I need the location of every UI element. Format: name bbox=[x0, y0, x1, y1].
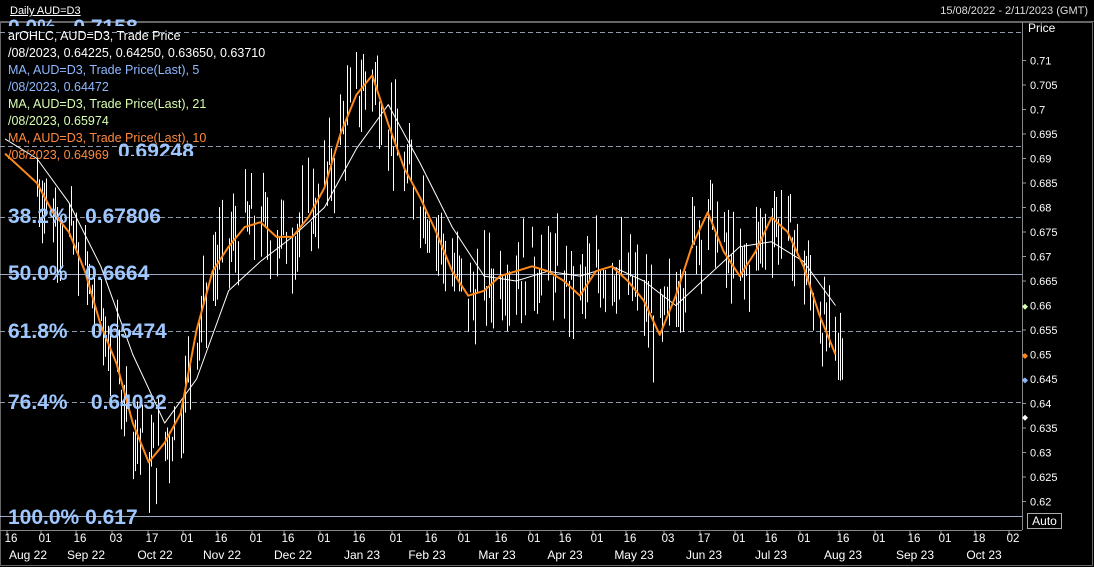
y-tick-label: 0.625 bbox=[1030, 472, 1058, 484]
fib-label-76-4: 76.4% 0.64032 bbox=[8, 391, 167, 414]
y-tick-label: 0.64 bbox=[1030, 399, 1051, 411]
y-tick-label: 0.69 bbox=[1030, 154, 1051, 166]
legend-ohlc-values: /08/2023, 0.64225, 0.64250, 0.63650, 0.6… bbox=[8, 46, 266, 60]
x-day-label: 01 bbox=[458, 533, 471, 545]
x-day-label: 01 bbox=[390, 533, 403, 545]
price-chart: 0.62 0.625 0.63 0.635 0.64 0.645 0.65 0.655 0.66… bbox=[0, 21, 1094, 566]
x-day-label: 18 bbox=[973, 533, 986, 545]
y-tick-label: 0.7 bbox=[1030, 105, 1045, 117]
y-tick-label: 0.67 bbox=[1030, 252, 1051, 264]
x-day-label: 03 bbox=[110, 533, 123, 545]
x-day-label: 16 bbox=[425, 533, 438, 545]
y-tick-label: 0.675 bbox=[1030, 227, 1058, 239]
x-month-label: Dec 22 bbox=[274, 548, 312, 562]
y-tick-label: 0.71 bbox=[1030, 56, 1051, 68]
y-tick-label: 0.705 bbox=[1030, 80, 1058, 92]
x-month-label: Sep 23 bbox=[896, 548, 934, 562]
x-month-label: Oct 22 bbox=[137, 548, 173, 562]
y-axis-ticks: 0.62 0.625 0.63 0.635 0.64 0.645 0.65 0.655 0.66… bbox=[1022, 56, 1058, 509]
x-month-label: Feb 23 bbox=[408, 548, 446, 562]
x-day-label: 01 bbox=[181, 533, 194, 545]
x-month-label: Nov 22 bbox=[203, 548, 241, 562]
x-day-label: 16 bbox=[282, 533, 295, 545]
x-day-label: 01 bbox=[798, 533, 811, 545]
ohlc-bars bbox=[37, 52, 843, 513]
price-axis-title: Price bbox=[1028, 21, 1056, 35]
legend-ma21-value: /08/2023, 0.65974 bbox=[8, 114, 109, 128]
x-month-label: Jan 23 bbox=[344, 548, 380, 562]
x-day-label: 01 bbox=[873, 533, 886, 545]
x-month-label: Jul 23 bbox=[755, 548, 787, 562]
x-month-label: Sep 22 bbox=[67, 548, 105, 562]
y-tick-label: 0.655 bbox=[1030, 325, 1058, 337]
x-day-label: 16 bbox=[908, 533, 921, 545]
y-tick-label: 0.63 bbox=[1030, 448, 1051, 460]
x-day-label: 16 bbox=[559, 533, 572, 545]
y-tick-label: 0.68 bbox=[1030, 203, 1051, 215]
y-tick-label: 0.685 bbox=[1030, 178, 1058, 190]
x-day-label: 01 bbox=[318, 533, 331, 545]
y-tick-label: 0.62 bbox=[1030, 497, 1051, 509]
x-day-label: 01 bbox=[39, 533, 52, 545]
x-day-label: 17 bbox=[146, 533, 159, 545]
date-range: 15/08/2022 - 2/11/2023 (GMT) bbox=[940, 5, 1088, 17]
x-day-label: 02 bbox=[1007, 533, 1020, 545]
y-tick-label: 0.66 bbox=[1030, 301, 1051, 313]
x-day-label: 16 bbox=[495, 533, 508, 545]
legend-ma5-value: /08/2023, 0.64472 bbox=[8, 80, 109, 94]
auto-scale-button[interactable]: Auto bbox=[1027, 513, 1062, 529]
x-day-label: 16 bbox=[74, 533, 87, 545]
fib-label-100: 100.0% 0.617 bbox=[8, 506, 138, 529]
x-day-label: 03 bbox=[662, 533, 675, 545]
x-day-label: 01 bbox=[939, 533, 952, 545]
x-day-label: 16 bbox=[765, 533, 778, 545]
fib-label-61-8: 61.8% 0.65474 bbox=[8, 320, 167, 343]
legend-ma10-value: /08/2023, 0.64969 bbox=[8, 148, 109, 162]
x-day-label: 16 bbox=[353, 533, 366, 545]
legend-ma5-title[interactable]: MA, AUD=D3, Trade Price(Last), 5 bbox=[8, 62, 199, 79]
legend-ma21-title[interactable]: MA, AUD=D3, Trade Price(Last), 21 bbox=[8, 96, 206, 113]
y-tick-label: 0.665 bbox=[1030, 276, 1058, 288]
y-tick-label: 0.695 bbox=[1030, 129, 1058, 141]
y-tick-label: 0.635 bbox=[1030, 423, 1058, 435]
x-month-label: Oct 23 bbox=[966, 548, 1002, 562]
x-month-label: Aug 23 bbox=[824, 548, 862, 562]
x-month-label: Aug 22 bbox=[9, 548, 47, 562]
fib-label-50: 50.0% 0.6664 bbox=[8, 262, 150, 285]
x-month-label: Apr 23 bbox=[547, 548, 583, 562]
x-day-label: 16 bbox=[837, 533, 850, 545]
x-day-label: 16 bbox=[624, 533, 637, 545]
x-axis-ticks: 16 01 16 03 17 01 16 01 16 01 16 01 16 01 16 01 16 01 16 03… bbox=[5, 530, 1020, 562]
fib-label-0: 0.0% 0.7158 bbox=[8, 16, 138, 26]
x-day-label: 01 bbox=[591, 533, 604, 545]
fib-label-23-6: 0.69248 bbox=[118, 140, 194, 156]
x-day-label: 16 bbox=[5, 533, 18, 545]
y-tick-label: 0.65 bbox=[1030, 350, 1051, 362]
x-month-label: Jun 23 bbox=[686, 548, 722, 562]
x-month-label: Mar 23 bbox=[478, 548, 516, 562]
x-day-label: 17 bbox=[698, 533, 711, 545]
y-tick-label: 0.645 bbox=[1030, 374, 1058, 386]
x-day-label: 01 bbox=[250, 533, 263, 545]
fib-label-38-2: 38.2% 0.67806 bbox=[8, 205, 161, 228]
x-day-label: 16 bbox=[215, 533, 228, 545]
x-month-label: May 23 bbox=[614, 548, 654, 562]
x-day-label: 01 bbox=[733, 533, 746, 545]
legend-ohlc-title[interactable]: arOHLC, AUD=D3, Trade Price bbox=[8, 28, 181, 45]
x-day-label: 01 bbox=[528, 533, 541, 545]
